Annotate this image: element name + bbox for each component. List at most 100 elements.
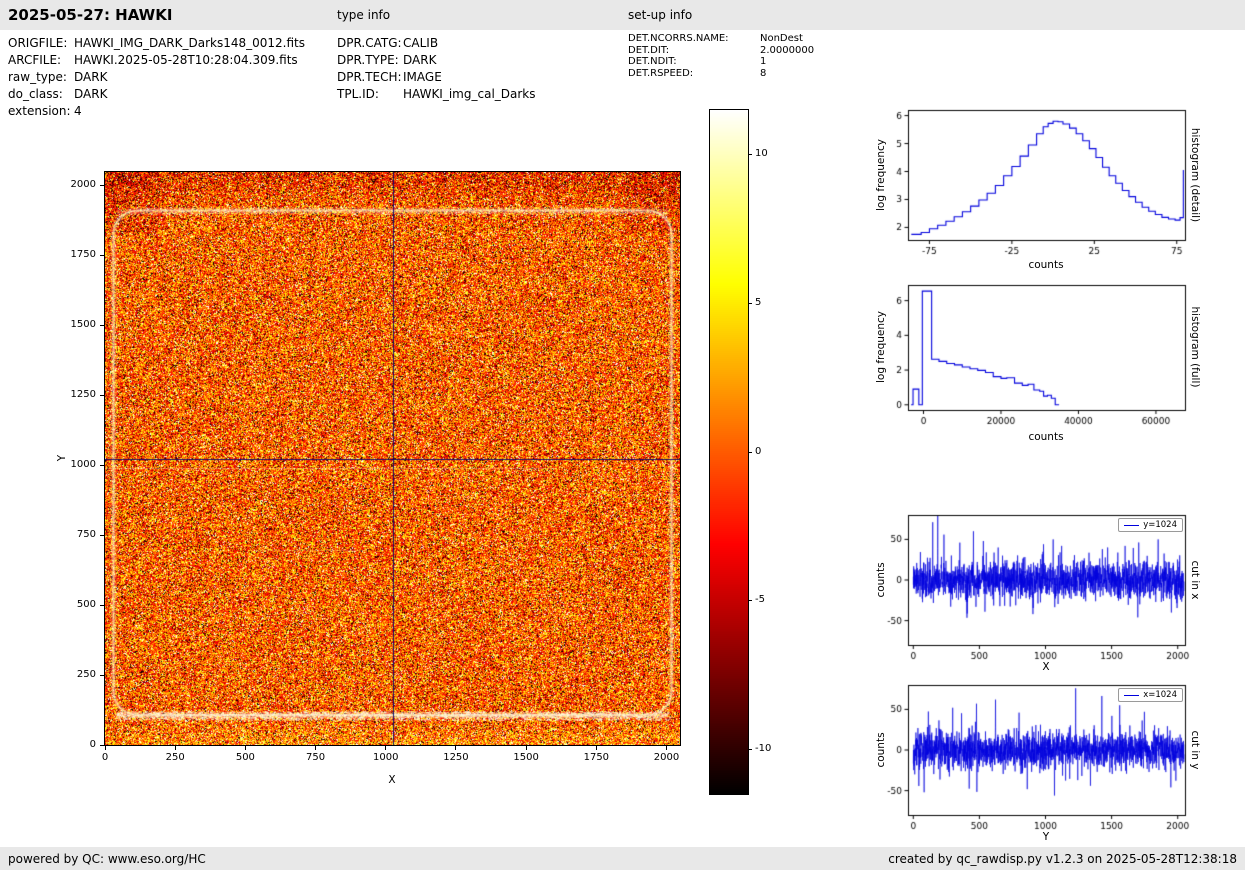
tick-mark bbox=[748, 154, 752, 156]
metadata-file-block: ORIGFILE: HAWKI_IMG_DARK_Darks148_0012.fi… bbox=[8, 35, 305, 120]
tick-mark bbox=[315, 746, 317, 750]
tick-label: 1500 bbox=[70, 319, 96, 331]
header-bar: 2025-05-27: HAWKI type info set-up info bbox=[0, 0, 1245, 30]
meta-label: DPR.CATG: bbox=[337, 36, 402, 50]
raw-image-panel bbox=[104, 171, 681, 746]
tick-mark bbox=[174, 746, 176, 750]
meta-value: DARK bbox=[74, 87, 108, 101]
tick-mark bbox=[385, 746, 387, 750]
tick-mark bbox=[244, 746, 246, 750]
qc-report-page: { "header": { "title": "2025-05-27: HAWK… bbox=[0, 0, 1245, 870]
meta-row: DET.RSPEED: 8 bbox=[628, 68, 814, 80]
meta-value: HAWKI_IMG_DARK_Darks148_0012.fits bbox=[74, 36, 305, 50]
cut-in-y-xlabel: Y bbox=[1042, 831, 1050, 843]
tick-label: 5 bbox=[755, 296, 762, 308]
footer-bar: powered by QC: www.eso.org/HC created by… bbox=[0, 847, 1245, 870]
histogram-full-ylabel: log frequency bbox=[875, 310, 887, 384]
tick-mark bbox=[455, 746, 457, 750]
meta-label: ARCFILE: bbox=[8, 53, 62, 67]
histogram-full-xlabel: counts bbox=[1028, 431, 1064, 443]
meta-row: DET.NCORRS.NAME: NonDest bbox=[628, 33, 814, 45]
meta-row: do_class: DARK bbox=[8, 86, 305, 103]
cut-in-y-legend: x=1024 bbox=[1118, 688, 1183, 702]
histogram-detail-right-label: histogram (detail) bbox=[1189, 127, 1201, 223]
tick-mark bbox=[525, 746, 527, 750]
tick-mark bbox=[748, 302, 752, 304]
tick-label: 1000 bbox=[373, 752, 399, 763]
cut-in-y-right-label: cut in y bbox=[1189, 730, 1201, 770]
tick-label: 2000 bbox=[653, 752, 680, 763]
tick-mark bbox=[748, 451, 752, 453]
tick-mark bbox=[100, 184, 104, 186]
tick-label: 250 bbox=[165, 752, 185, 763]
tick-label: 1750 bbox=[70, 249, 96, 261]
meta-row: extension: 4 bbox=[8, 103, 305, 120]
cut-in-y-legend-label: x=1024 bbox=[1143, 690, 1177, 700]
meta-value: NonDest bbox=[760, 33, 803, 44]
histogram-detail-ylabel: log frequency bbox=[875, 138, 887, 212]
tick-mark bbox=[100, 604, 104, 606]
meta-row: DET.NDIT: 1 bbox=[628, 56, 814, 68]
metadata-setup-block: DET.NCORRS.NAME: NonDest DET.DIT: 2.000000… bbox=[628, 33, 814, 79]
meta-label: do_class: bbox=[8, 87, 63, 101]
meta-value: IMAGE bbox=[403, 70, 442, 84]
tick-label: 250 bbox=[76, 669, 96, 681]
tick-label: -5 bbox=[755, 594, 765, 606]
histogram-full-right-label: histogram (full) bbox=[1189, 306, 1201, 388]
tick-label: 500 bbox=[76, 599, 96, 611]
meta-row: raw_type: DARK bbox=[8, 69, 305, 86]
tick-label: 2000 bbox=[70, 179, 96, 191]
meta-label: TPL.ID: bbox=[337, 87, 379, 101]
tick-mark bbox=[100, 674, 104, 676]
tick-mark bbox=[100, 744, 104, 746]
raw-image-canvas bbox=[105, 172, 680, 745]
meta-value: 8 bbox=[760, 67, 767, 79]
meta-value: 4 bbox=[74, 104, 82, 118]
meta-row: DET.DIT: 2.0000000 bbox=[628, 45, 814, 57]
cut-in-x-right-label: cut in x bbox=[1189, 560, 1201, 600]
cut-in-x-legend: y=1024 bbox=[1118, 518, 1183, 532]
meta-label: DPR.TECH: bbox=[337, 70, 402, 84]
meta-label: ORIGFILE: bbox=[8, 36, 68, 50]
cut-in-x-legend-label: y=1024 bbox=[1143, 520, 1177, 530]
tick-label: 750 bbox=[306, 752, 326, 763]
meta-row: DPR.CATG: CALIB bbox=[337, 35, 536, 52]
tick-label: 750 bbox=[76, 529, 96, 541]
tick-label: 0 bbox=[89, 739, 96, 750]
meta-label: extension: bbox=[8, 104, 71, 118]
tick-label: 10 bbox=[755, 148, 768, 160]
meta-row: DPR.TECH: IMAGE bbox=[337, 69, 536, 86]
meta-value: CALIB bbox=[403, 36, 439, 50]
tick-label: 0 bbox=[755, 445, 762, 457]
tick-mark bbox=[100, 254, 104, 256]
type-info-section-label: type info bbox=[337, 8, 391, 22]
meta-row: ORIGFILE: HAWKI_IMG_DARK_Darks148_0012.fi… bbox=[8, 35, 305, 52]
metadata-type-block: DPR.CATG: CALIB DPR.TYPE: DARK DPR.TECH: IM… bbox=[337, 35, 536, 103]
tick-mark bbox=[595, 746, 597, 750]
tick-mark bbox=[100, 534, 104, 536]
main-x-axis-label: X bbox=[388, 774, 396, 786]
tick-mark bbox=[100, 394, 104, 396]
meta-row: ARCFILE: HAWKI.2025-05-28T10:28:04.309.fi… bbox=[8, 52, 305, 69]
meta-value: HAWKI_img_cal_Darks bbox=[403, 87, 536, 101]
meta-label: DET.NDIT: bbox=[628, 56, 677, 67]
tick-label: 1750 bbox=[583, 752, 610, 763]
histogram-detail-xlabel: counts bbox=[1028, 259, 1064, 271]
meta-row: TPL.ID: HAWKI_img_cal_Darks bbox=[337, 86, 536, 103]
tick-mark bbox=[748, 748, 752, 750]
tick-label: 1500 bbox=[513, 752, 539, 763]
tick-label: 1250 bbox=[70, 389, 96, 401]
tick-label: 500 bbox=[235, 752, 255, 763]
legend-line-icon bbox=[1124, 694, 1140, 696]
colorbar-canvas bbox=[710, 110, 748, 794]
tick-mark bbox=[666, 746, 668, 750]
legend-line-icon bbox=[1124, 524, 1140, 526]
meta-value: DARK bbox=[74, 70, 108, 84]
page-title: 2025-05-27: HAWKI bbox=[8, 6, 173, 24]
meta-label: DET.DIT: bbox=[628, 44, 670, 56]
meta-value: DARK bbox=[403, 53, 437, 67]
meta-label: raw_type: bbox=[8, 70, 67, 84]
cut-in-x-ylabel: counts bbox=[875, 562, 887, 598]
tick-label: 0 bbox=[101, 752, 109, 763]
histogram-full-canvas bbox=[858, 271, 1194, 442]
